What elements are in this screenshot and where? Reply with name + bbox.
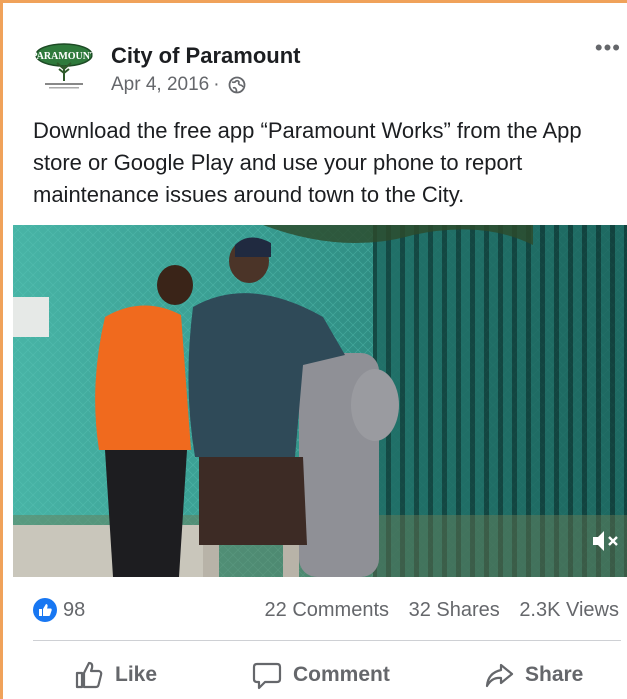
divider [33, 640, 621, 641]
logo-text: PARAMOUNT [31, 51, 97, 62]
views-count: 2.3K Views [519, 599, 619, 621]
share-arrow-icon [485, 663, 514, 688]
video-frame [13, 225, 627, 577]
page-avatar[interactable]: PARAMOUNT [31, 33, 97, 99]
video-player[interactable] [13, 225, 627, 577]
post-card: PARAMOUNT City of Paramount Apr 4, 2016 … [0, 0, 627, 699]
comment-bubble-icon [252, 662, 282, 690]
action-bar: Like Comment Share [33, 651, 621, 699]
share-button[interactable]: Share [483, 657, 583, 693]
globe-icon [228, 76, 245, 94]
comments-count[interactable]: 22 Comments [265, 599, 390, 621]
shares-count[interactable]: 32 Shares [409, 599, 500, 621]
like-button[interactable]: Like [73, 657, 157, 693]
post-text: Download the free app “Paramount Works” … [33, 118, 582, 207]
comment-button[interactable]: Comment [251, 657, 390, 693]
post-header: PARAMOUNT City of Paramount Apr 4, 2016 … [31, 29, 621, 99]
more-options-button[interactable]: ••• [595, 37, 621, 59]
comment-label: Comment [293, 663, 390, 686]
thumbs-up-outline-icon [75, 661, 103, 689]
post-date[interactable]: Apr 4, 2016 [111, 74, 209, 96]
like-label: Like [115, 663, 158, 686]
meta-separator: · [213, 74, 220, 95]
thumbs-up-icon[interactable] [33, 598, 57, 622]
page-name[interactable]: City of Paramount [111, 43, 300, 69]
post-stats: 98 22 Comments 32 Shares 2.3K Views [33, 595, 623, 625]
speaker-muted-icon[interactable] [590, 527, 620, 555]
share-label: Share [525, 663, 584, 686]
stats-summary: 22 Comments 32 Shares 2.3K Views [251, 599, 619, 622]
post-meta: Apr 4, 2016 · [111, 74, 246, 96]
paramount-logo: PARAMOUNT [31, 34, 97, 98]
like-count[interactable]: 98 [63, 599, 85, 622]
